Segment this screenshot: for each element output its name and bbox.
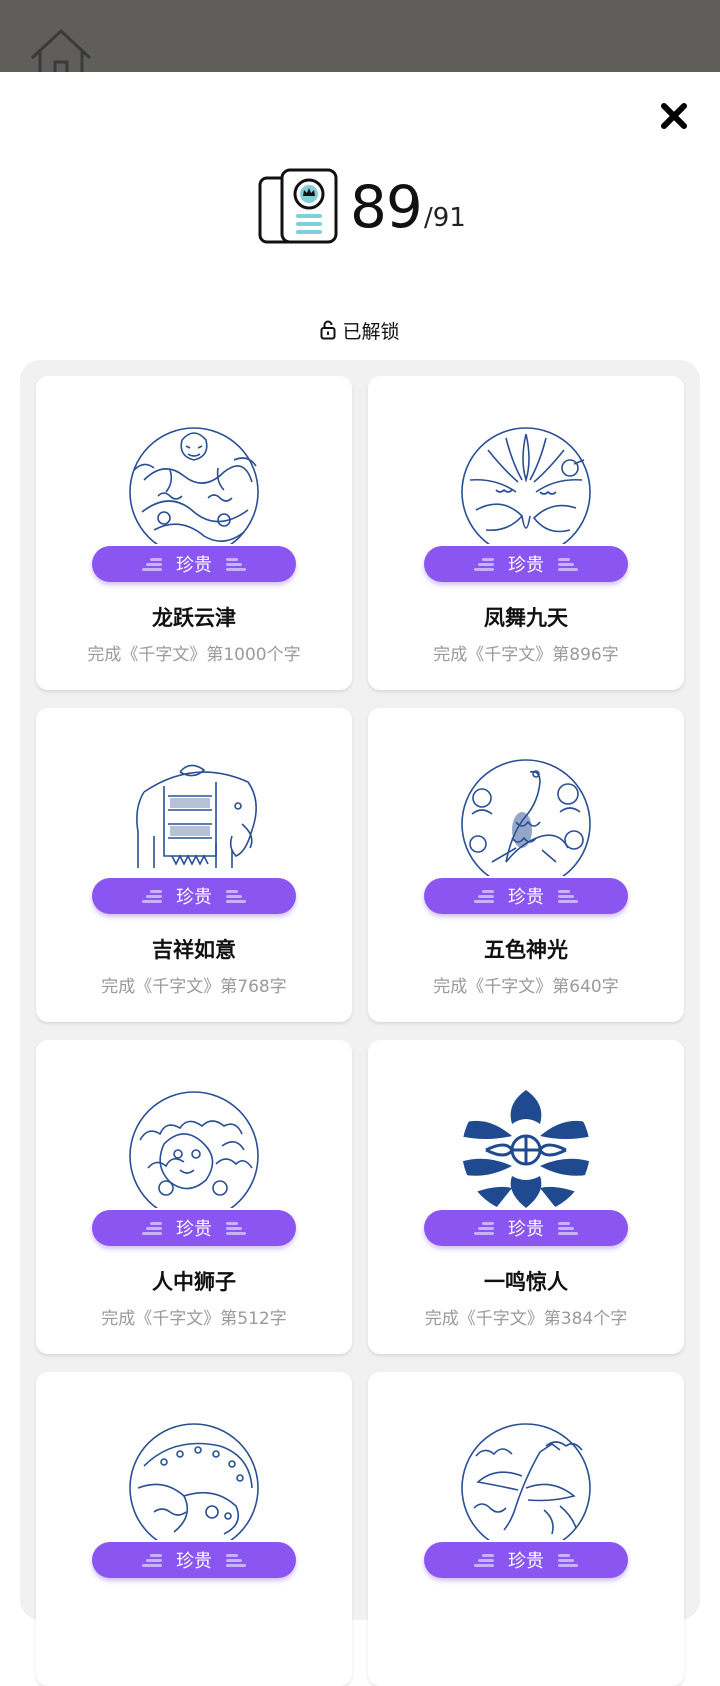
dragon-artwork	[129, 427, 259, 544]
badge-label: 珍贵	[176, 1219, 212, 1240]
badge-decoration-icon	[226, 1553, 246, 1567]
card-description: 完成《千字文》第512字	[101, 1309, 287, 1329]
rarity-badge: 珍贵	[92, 1542, 296, 1578]
card-description: 完成《千字文》第896字	[433, 645, 619, 665]
birds-artwork	[462, 1086, 590, 1208]
badge-decoration-icon	[226, 557, 246, 571]
card-collection-icon	[258, 168, 338, 244]
card-description: 完成《千字文》第384个字	[424, 1309, 628, 1329]
badge-label: 珍贵	[508, 1551, 544, 1572]
badge-label: 珍贵	[508, 1219, 544, 1240]
collection-counter: 89 /91	[256, 168, 556, 248]
dimmed-background	[0, 0, 720, 74]
badge-decoration-icon	[474, 557, 494, 571]
card-title: 吉祥如意	[152, 938, 236, 962]
badge-label: 珍贵	[176, 1551, 212, 1572]
unlocked-label: 已解锁	[342, 320, 400, 343]
rarity-badge: 珍贵	[92, 1210, 296, 1246]
card-description: 完成《千字文》第768字	[101, 977, 287, 997]
badge-decoration-icon	[226, 889, 246, 903]
phoenix-artwork	[461, 427, 591, 544]
badge-decoration-icon	[226, 1221, 246, 1235]
card-title: 凤舞九天	[484, 606, 568, 630]
rarity-badge: 珍贵	[424, 546, 628, 582]
badge-decoration-icon	[474, 889, 494, 903]
badge-label: 珍贵	[508, 887, 544, 908]
card-description: 完成《千字文》第640字	[433, 977, 619, 997]
collection-card[interactable]: 珍贵 凤舞九天 完成《千字文》第896字	[368, 376, 684, 690]
cranes-artwork	[461, 1423, 591, 1540]
badge-decoration-icon	[142, 1221, 162, 1235]
badge-decoration-icon	[474, 1221, 494, 1235]
card-title: 一鸣惊人	[484, 1270, 568, 1294]
badge-label: 珍贵	[508, 555, 544, 576]
rarity-badge: 珍贵	[424, 878, 628, 914]
badge-decoration-icon	[558, 1221, 578, 1235]
close-button[interactable]	[658, 100, 690, 132]
badge-decoration-icon	[142, 1553, 162, 1567]
rarity-badge: 珍贵	[92, 878, 296, 914]
collection-card[interactable]: 珍贵 人中狮子 完成《千字文》第512字	[36, 1040, 352, 1354]
card-title: 人中狮子	[152, 1270, 236, 1294]
collection-card[interactable]: 珍贵	[36, 1372, 352, 1686]
card-title: 龙跃云津	[152, 606, 236, 630]
unlocked-section-header: 已解锁	[0, 316, 720, 344]
unlocked-count: 89	[350, 173, 423, 241]
collection-card[interactable]: 珍贵 吉祥如意 完成《千字文》第768字	[36, 708, 352, 1022]
card-description: 完成《千字文》第1000个字	[87, 645, 301, 665]
badge-decoration-icon	[558, 1553, 578, 1567]
badge-decoration-icon	[558, 889, 578, 903]
collection-card[interactable]: 珍贵 龙跃云津 完成《千字文》第1000个字	[36, 376, 352, 690]
leopard-artwork	[129, 1423, 259, 1540]
total-count: /91	[424, 203, 466, 233]
badge-decoration-icon	[474, 1553, 494, 1567]
collection-card[interactable]: 珍贵 五色神光 完成《千字文》第640字	[368, 708, 684, 1022]
card-title: 五色神光	[484, 938, 568, 962]
collection-card[interactable]: 珍贵	[368, 1372, 684, 1686]
lion-artwork	[129, 1091, 259, 1208]
badge-decoration-icon	[558, 557, 578, 571]
badge-decoration-icon	[142, 557, 162, 571]
rarity-badge: 珍贵	[92, 546, 296, 582]
elephant-artwork	[136, 764, 257, 868]
collection-sheet: 89 /91 已解锁 珍贵 龙跃云津 完成《千字文》第1000个字 珍贵 凤舞九…	[0, 72, 720, 1686]
collection-card[interactable]: 珍贵 一鸣惊人 完成《千字文》第384个字	[368, 1040, 684, 1354]
peacock-artwork	[461, 759, 591, 876]
card-grid: 珍贵 龙跃云津 完成《千字文》第1000个字 珍贵 凤舞九天 完成《千字文》第8…	[20, 360, 700, 1686]
badge-label: 珍贵	[176, 555, 212, 576]
home-icon	[30, 28, 92, 74]
close-icon	[661, 103, 687, 129]
unlock-icon	[320, 320, 336, 340]
rarity-badge: 珍贵	[424, 1542, 628, 1578]
badge-decoration-icon	[142, 889, 162, 903]
badge-label: 珍贵	[176, 887, 212, 908]
rarity-badge: 珍贵	[424, 1210, 628, 1246]
